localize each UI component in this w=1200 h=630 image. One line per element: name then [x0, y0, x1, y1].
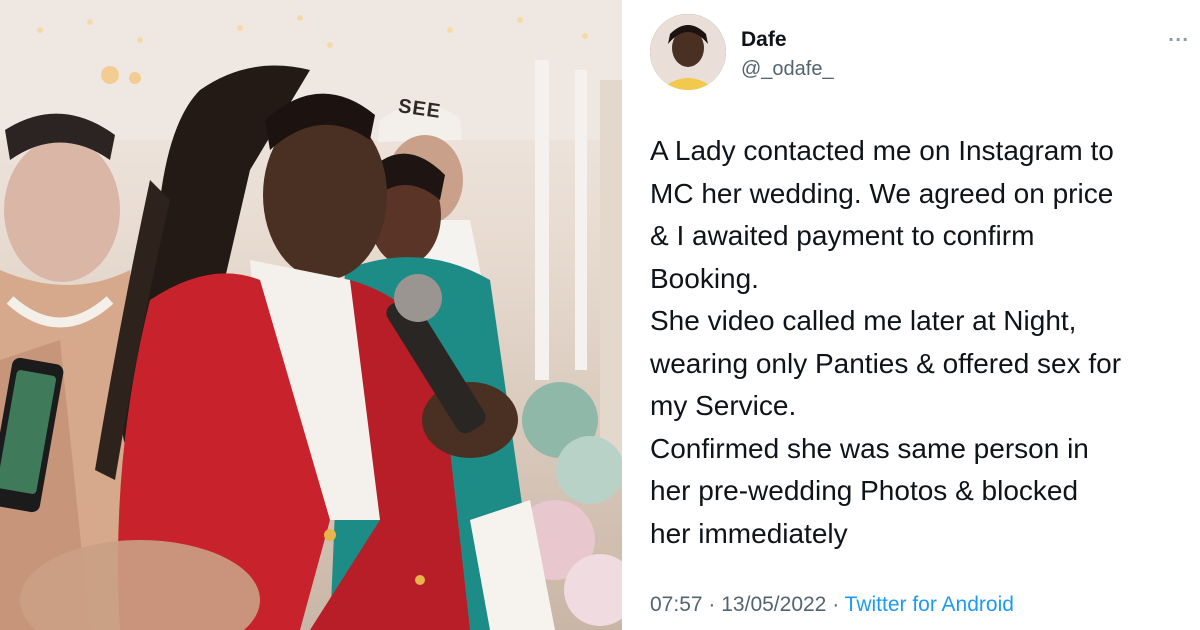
tweet-text-line: Confirmed she was same person in	[650, 432, 1089, 464]
meta-separator: ·	[832, 593, 840, 616]
avatar[interactable]	[650, 14, 726, 90]
tweet-text-line: & I awaited payment to confirm	[650, 220, 1035, 251]
author-name[interactable]: Dafe	[741, 28, 787, 52]
tweet-date[interactable]: 13/05/2022	[721, 593, 826, 616]
tweet-text-line: Booking.	[650, 262, 759, 294]
pillar	[600, 80, 622, 480]
more-options-icon[interactable]: ···	[1168, 30, 1189, 49]
tweet-text-line: wearing only Panties & offered sex for	[650, 347, 1122, 379]
avatar-image	[650, 14, 726, 90]
meta-separator: ·	[708, 593, 716, 616]
tweet-text-line: She video called me later at Night,	[650, 305, 1077, 336]
pillar	[535, 60, 549, 380]
tweet-meta: 07:57 · 13/05/2022 · Twitter for Android	[650, 593, 1014, 617]
tweet-text-line: her pre-wedding Photos & blocked	[650, 475, 1079, 506]
tweet-text-line: MC her wedding. We agreed on price	[650, 177, 1114, 209]
author-handle[interactable]: @_odafe_	[741, 58, 834, 81]
tweet-text-line: her immediately	[650, 517, 848, 549]
pillar	[575, 70, 587, 370]
tweet-text-line: A Lady contacted me on Instagram to	[650, 135, 1114, 166]
photo-illustration	[0, 0, 622, 630]
tweet-text: A Lady contacted me on Instagram to MC h…	[650, 130, 1195, 555]
tweet-source-link[interactable]: Twitter for Android	[845, 593, 1014, 616]
tweet-text-line: my Service.	[650, 390, 797, 421]
wedding-photo: SEE	[0, 0, 622, 630]
tweet-card: Dafe @_odafe_ ··· A Lady contacted me on…	[622, 0, 1200, 630]
tweet-time[interactable]: 07:57	[650, 593, 703, 616]
